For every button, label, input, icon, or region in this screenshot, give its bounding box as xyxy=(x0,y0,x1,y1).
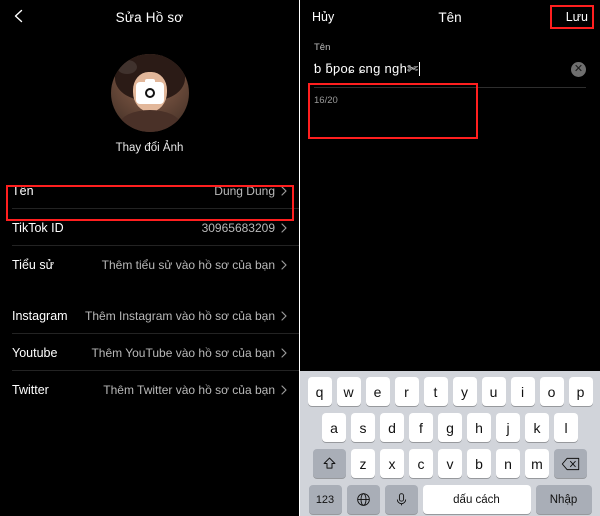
key-b[interactable]: b xyxy=(467,449,491,478)
profile-row-twitter[interactable]: Twitter Thêm Twitter vào hồ sơ của bạn xyxy=(0,371,299,408)
profile-fields-list: Tên Dung Dung TikTok ID 30965683209 Tiểu… xyxy=(0,172,299,408)
enter-key[interactable]: Nhập xyxy=(535,485,592,514)
numbers-key[interactable]: 123 xyxy=(308,485,342,514)
profile-row-instagram[interactable]: Instagram Thêm Instagram vào hồ sơ của b… xyxy=(0,297,299,334)
profile-row-youtube[interactable]: Youtube Thêm YouTube vào hồ sơ của bạn xyxy=(0,334,299,371)
keyboard-row-4: 123 dấu cách Nhập xyxy=(300,485,600,514)
text-caret xyxy=(419,62,421,76)
key-e[interactable]: e xyxy=(365,377,390,406)
key-q[interactable]: q xyxy=(307,377,332,406)
avatar[interactable] xyxy=(110,54,189,132)
key-x[interactable]: x xyxy=(380,449,404,478)
avatar-art-highlight xyxy=(116,60,137,74)
key-l[interactable]: l xyxy=(554,413,578,442)
profile-row-name[interactable]: Tên Dung Dung xyxy=(0,172,299,209)
key-f[interactable]: f xyxy=(409,413,433,442)
backspace-icon[interactable] xyxy=(554,449,587,478)
clear-circle-icon[interactable]: ✕ xyxy=(571,61,586,77)
profile-row-value: Thêm tiểu sử vào hồ sơ của bạn xyxy=(101,257,275,272)
chevron-right-icon xyxy=(281,384,287,395)
avatar-art-body xyxy=(119,110,180,132)
avatar-section: Thay đổi Ảnh xyxy=(0,54,299,154)
shift-icon[interactable] xyxy=(313,449,346,478)
profile-row-label: Youtube xyxy=(12,345,58,360)
key-t[interactable]: t xyxy=(423,377,448,406)
key-s[interactable]: s xyxy=(351,413,375,442)
profile-row-label: Tên xyxy=(12,183,34,198)
camera-icon[interactable] xyxy=(135,79,164,104)
chevron-right-icon xyxy=(281,259,287,270)
key-n[interactable]: n xyxy=(496,449,520,478)
key-o[interactable]: o xyxy=(539,377,564,406)
keyboard-row-3: z x c v b n m xyxy=(300,449,600,478)
page-title: Sửa Hồ sơ xyxy=(115,9,184,25)
profile-row-tiktok-id[interactable]: TikTok ID 30965683209 xyxy=(0,209,299,246)
key-y[interactable]: y xyxy=(452,377,477,406)
chevron-left-icon[interactable] xyxy=(10,7,28,25)
highlight-save-button xyxy=(550,5,594,29)
camera-icon-lens xyxy=(144,88,155,98)
chevron-right-icon xyxy=(281,222,287,233)
name-field-label: Tên xyxy=(314,42,331,53)
highlight-name-field xyxy=(308,83,478,139)
edit-profile-screen: Sửa Hồ sơ Thay đổi Ảnh Tên Dung Dung Tik… xyxy=(0,0,300,516)
key-m[interactable]: m xyxy=(525,449,549,478)
keyboard-row-2: a s d f g h j k l xyxy=(300,413,600,442)
profile-row-value: Thêm YouTube vào hồ sơ của bạn xyxy=(91,345,275,360)
name-input[interactable]: ƅ ƃƿoɕ ɕnɡ ngh✄ xyxy=(314,61,418,77)
right-navigation-bar: Hủy Tên Lưu xyxy=(300,0,600,34)
key-u[interactable]: u xyxy=(481,377,506,406)
key-h[interactable]: h xyxy=(467,413,491,442)
space-key[interactable]: dấu cách xyxy=(422,485,531,514)
key-g[interactable]: g xyxy=(438,413,462,442)
key-p[interactable]: p xyxy=(568,377,593,406)
screenshot-root: Sửa Hồ sơ Thay đổi Ảnh Tên Dung Dung Tik… xyxy=(0,0,600,516)
profile-row-label: Tiểu sử xyxy=(12,257,54,272)
profile-row-value: 30965683209 xyxy=(201,220,275,235)
key-z[interactable]: z xyxy=(351,449,375,478)
keyboard-row-1: q w e r t y u i o p xyxy=(300,377,600,406)
key-j[interactable]: j xyxy=(496,413,520,442)
chevron-right-icon xyxy=(281,185,287,196)
cancel-button[interactable]: Hủy xyxy=(312,10,334,24)
chevron-right-icon xyxy=(281,347,287,358)
profile-row-label: Instagram xyxy=(12,308,68,323)
key-i[interactable]: i xyxy=(510,377,535,406)
profile-row-label: Twitter xyxy=(12,382,49,397)
change-photo-label[interactable]: Thay đổi Ảnh xyxy=(116,142,184,154)
on-screen-keyboard[interactable]: q w e r t y u i o p a s d f g h j k l z … xyxy=(300,371,600,516)
left-navigation-bar: Sửa Hồ sơ xyxy=(0,0,299,34)
profile-row-bio[interactable]: Tiểu sử Thêm tiểu sử vào hồ sơ của bạn xyxy=(0,246,299,283)
key-d[interactable]: d xyxy=(380,413,404,442)
profile-row-value: Thêm Instagram vào hồ sơ của bạn xyxy=(85,308,275,323)
camera-icon-nub xyxy=(144,79,155,83)
key-r[interactable]: r xyxy=(394,377,419,406)
globe-icon[interactable] xyxy=(346,485,380,514)
key-c[interactable]: c xyxy=(409,449,433,478)
profile-row-label: TikTok ID xyxy=(12,220,64,235)
key-k[interactable]: k xyxy=(525,413,549,442)
key-v[interactable]: v xyxy=(438,449,462,478)
name-field-block: Tên ƅ ƃƿoɕ ɕnɡ ngh✄ ✕ xyxy=(300,42,600,139)
key-a[interactable]: a xyxy=(322,413,346,442)
chevron-right-icon xyxy=(281,310,287,321)
name-edit-screen: Hủy Tên Lưu Tên ƅ ƃƿoɕ ɕnɡ ngh✄ ✕ 16/20 … xyxy=(300,0,600,516)
microphone-icon[interactable] xyxy=(384,485,418,514)
key-w[interactable]: w xyxy=(336,377,361,406)
profile-row-value: Thêm Twitter vào hồ sơ của bạn xyxy=(103,382,275,397)
profile-row-value: Dung Dung xyxy=(214,183,275,198)
